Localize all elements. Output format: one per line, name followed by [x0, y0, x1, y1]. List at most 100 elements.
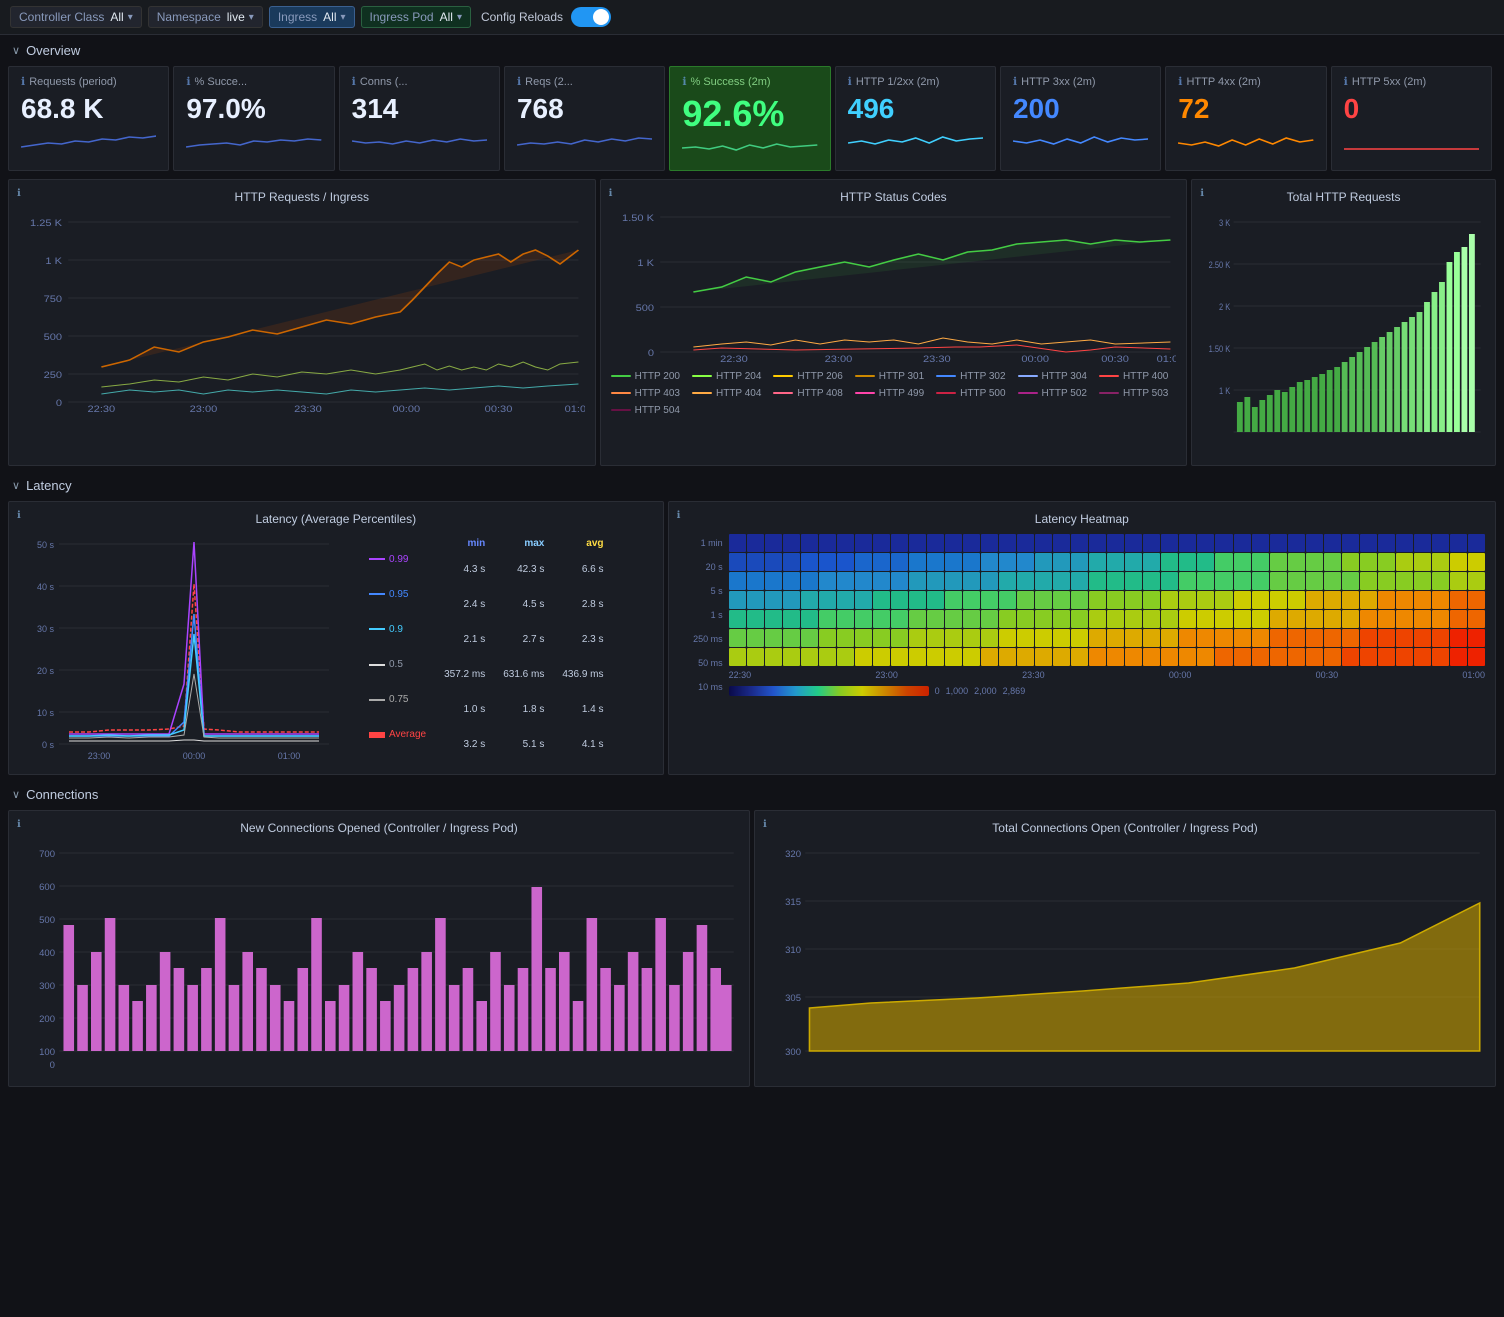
heatmap-cell — [1107, 553, 1124, 571]
info-icon: ℹ — [186, 75, 190, 88]
heatmap-cell — [909, 534, 926, 552]
legend-item: HTTP 500 — [936, 388, 1005, 399]
heatmap-cell — [1197, 591, 1214, 609]
heatmap-cell — [1324, 629, 1341, 647]
heatmap-cell — [1342, 629, 1359, 647]
heatmap-cell — [1342, 648, 1359, 666]
chart-title: Total HTTP Requests — [1202, 190, 1485, 204]
heatmap-cell — [1197, 572, 1214, 590]
heatmap-cell — [837, 553, 854, 571]
filter-namespace[interactable]: Namespace live ▾ — [148, 6, 263, 28]
heatmap-cell — [1288, 553, 1305, 571]
overview-section-header[interactable]: ∨ Overview — [0, 35, 1504, 62]
sparkline — [1178, 129, 1313, 153]
info-icon: ℹ — [677, 510, 681, 521]
heatmap-cell — [783, 610, 800, 628]
heatmap-cell — [1468, 534, 1485, 552]
heatmap-cell — [891, 591, 908, 609]
heatmap-cell — [1414, 591, 1431, 609]
heatmap-cell — [855, 648, 872, 666]
legend-label: HTTP 400 — [1123, 371, 1168, 382]
heatmap-cell — [1125, 553, 1142, 571]
heatmap-cell — [1378, 553, 1395, 571]
info-icon: ℹ — [763, 819, 767, 830]
stat-value: 200 — [1013, 94, 1148, 125]
heatmap-cell — [1360, 553, 1377, 571]
legend-label: HTTP 206 — [797, 371, 842, 382]
filter-value: All — [323, 10, 336, 24]
heatmap-cell — [927, 553, 944, 571]
heatmap-cell — [1396, 572, 1413, 590]
heatmap-cell — [1053, 648, 1070, 666]
heatmap-cell — [747, 648, 764, 666]
info-icon: ℹ — [1013, 75, 1017, 88]
filter-ingress[interactable]: Ingress All ▾ — [269, 6, 355, 28]
legend-item: HTTP 302 — [936, 371, 1005, 382]
heatmap-cell — [837, 648, 854, 666]
heatmap-cell — [729, 591, 746, 609]
heatmap-cell — [1107, 591, 1124, 609]
filter-value: live — [227, 10, 245, 24]
svg-text:1.25 K: 1.25 K — [30, 218, 62, 228]
filter-controller-class[interactable]: Controller Class All ▾ — [10, 6, 142, 28]
heatmap-cell — [1270, 553, 1287, 571]
heatmap-cell — [1017, 553, 1034, 571]
filter-label: Ingress Pod — [370, 10, 434, 24]
svg-text:10 s: 10 s — [37, 708, 55, 718]
legend-color — [936, 392, 956, 394]
heatmap-cell — [765, 648, 782, 666]
heatmap-cell — [783, 629, 800, 647]
heatmap-cell — [1089, 610, 1106, 628]
heatmap-cell — [1414, 572, 1431, 590]
heatmap-cell — [1378, 610, 1395, 628]
stat-cards-row: ℹ Requests (period) 68.8 K ℹ % Succe... … — [0, 62, 1504, 175]
svg-text:700: 700 — [39, 849, 55, 859]
connections-section-header[interactable]: ∨ Connections — [0, 779, 1504, 806]
table-row: 0.9 2.1 s 2.7 s 2.3 s — [361, 623, 612, 656]
heatmap-cell — [819, 591, 836, 609]
heatmap-cell — [1378, 534, 1395, 552]
legend-label: HTTP 503 — [1123, 388, 1168, 399]
heatmap-cell — [1432, 534, 1449, 552]
heatmap-cell — [945, 591, 962, 609]
heatmap-cell — [1053, 610, 1070, 628]
heatmap-cell — [1324, 591, 1341, 609]
heatmap-cell — [1107, 629, 1124, 647]
heatmap-cell — [1450, 648, 1467, 666]
latency-title: Latency — [26, 478, 72, 493]
sparkline — [682, 138, 817, 162]
heatmap-scale-bar — [729, 686, 929, 696]
heatmap-cell — [783, 648, 800, 666]
heatmap-cell — [1179, 553, 1196, 571]
latency-section-header[interactable]: ∨ Latency — [0, 470, 1504, 497]
heatmap-cell — [783, 572, 800, 590]
heatmap-y-axis: 1 min 20 s 5 s 1 s 250 ms 50 ms 10 ms — [679, 534, 723, 696]
legend-label: HTTP 502 — [1042, 388, 1087, 399]
heatmap-cell — [747, 610, 764, 628]
filter-ingress-pod[interactable]: Ingress Pod All ▾ — [361, 6, 471, 28]
heatmap-cell — [1053, 591, 1070, 609]
heatmap-cell — [1215, 629, 1232, 647]
stat-card-title: ℹ HTTP 1/2xx (2m) — [848, 75, 983, 88]
heatmap-cell — [1432, 572, 1449, 590]
heatmap-cell — [1360, 572, 1377, 590]
stat-card-title: ℹ % Success (2m) — [682, 75, 817, 88]
heatmap-cell — [1306, 610, 1323, 628]
legend-color — [773, 392, 793, 394]
heatmap-cell — [1270, 572, 1287, 590]
info-icon: ℹ — [21, 75, 25, 88]
config-reloads-toggle[interactable] — [571, 7, 611, 27]
heatmap-cell — [1035, 629, 1052, 647]
svg-text:20 s: 20 s — [37, 666, 55, 676]
heatmap-cell — [801, 553, 818, 571]
info-icon: ℹ — [17, 510, 21, 521]
heatmap-cell — [1017, 591, 1034, 609]
legend-item: HTTP 206 — [773, 371, 842, 382]
stat-card-http-12xx: ℹ HTTP 1/2xx (2m) 496 — [835, 66, 996, 171]
heatmap-cell — [981, 648, 998, 666]
heatmap-cell — [1017, 534, 1034, 552]
heatmap-cell — [927, 591, 944, 609]
heatmap-cell — [1089, 591, 1106, 609]
legend-label: HTTP 301 — [879, 371, 924, 382]
heatmap-cell — [855, 534, 872, 552]
